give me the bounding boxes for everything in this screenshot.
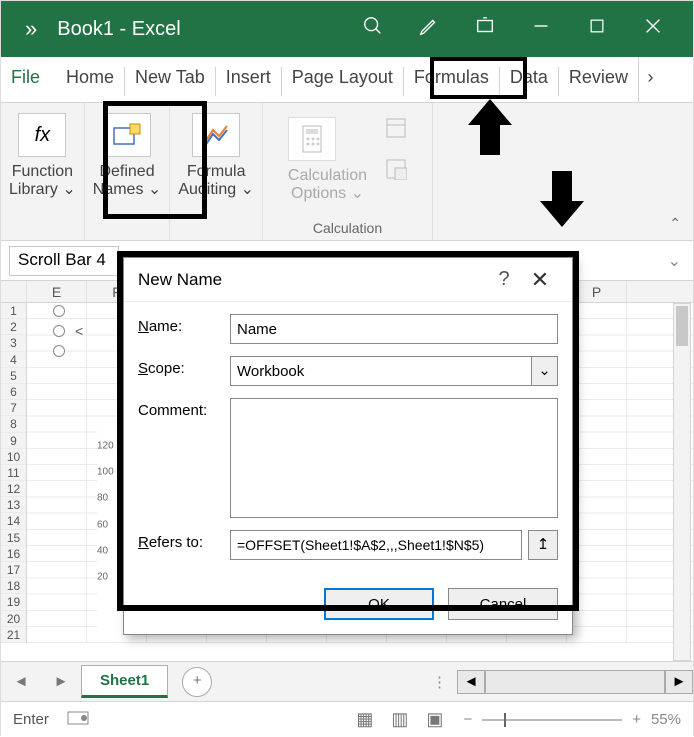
cancel-button[interactable]: Cancel [448, 588, 558, 620]
tab-insert[interactable]: Insert [216, 57, 281, 102]
hscroll-left-icon[interactable]: ◄ [457, 670, 485, 694]
mode-indicator: Enter [13, 711, 49, 728]
macro-record-icon[interactable] [67, 709, 89, 731]
group-defined-names[interactable]: Defined Names ⌄ [85, 103, 171, 240]
sheet-tab-bar: ◄ ► Sheet1 + ⋮ ◄ ► [1, 661, 693, 701]
name-label: Name: [138, 314, 230, 335]
view-page-break-icon[interactable]: ▣ [426, 709, 443, 730]
maximize-icon[interactable] [569, 16, 625, 42]
window-mode-icon[interactable] [457, 15, 513, 43]
group-title-calculation: Calculation [313, 220, 382, 236]
minimize-icon[interactable] [513, 15, 569, 43]
calc-sheet-icon[interactable] [385, 158, 407, 185]
sheet-tab-sheet1[interactable]: Sheet1 [81, 665, 168, 698]
scope-label: Scope: [138, 356, 230, 377]
new-name-dialog: New Name ? ✕ Name: Scope: Workbook ⌄ Com… [123, 257, 573, 635]
ok-button[interactable]: OK [324, 588, 434, 620]
chevron-down-icon[interactable]: ⌄ [531, 357, 557, 385]
add-sheet-button[interactable]: + [182, 667, 212, 697]
search-icon[interactable] [345, 15, 401, 43]
zoom-out-button[interactable]: − [463, 711, 472, 728]
chevron-down-icon: ⌄ [62, 181, 75, 198]
defined-names-icon [103, 113, 151, 157]
calc-now-icon[interactable] [385, 117, 407, 144]
function-library-label: Function Library ⌄ [9, 163, 76, 200]
quick-access-overflow-icon[interactable]: » [13, 16, 49, 42]
row-headers[interactable]: 123456789101112131415161718192021 [1, 303, 27, 643]
group-formula-auditing[interactable]: Formula Auditing ⌄ [170, 103, 263, 240]
zoom-level[interactable]: 55% [651, 711, 681, 728]
name-box[interactable]: Scroll Bar 4 [9, 246, 119, 276]
chevron-down-icon: ⌄ [351, 185, 364, 202]
formula-auditing-label: Formula Auditing ⌄ [178, 163, 254, 200]
tabs-overflow-icon[interactable]: › [638, 57, 662, 102]
tab-data[interactable]: Data [500, 57, 558, 102]
title-bar: » Book1 - Excel [1, 1, 693, 57]
sheet-nav-next-icon[interactable]: ► [41, 673, 81, 690]
status-bar: Enter ▦ ▥ ▣ − + 55% [1, 701, 693, 737]
refers-to-label: Refers to: [138, 530, 230, 551]
collapse-dialog-icon[interactable]: ↥ [528, 530, 558, 560]
group-function-library[interactable]: fx Function Library ⌄ [1, 103, 85, 240]
refers-to-input[interactable] [230, 530, 522, 560]
formula-bar-expand-icon[interactable]: ⌄ [668, 251, 681, 271]
chevron-down-icon: ⌄ [241, 181, 254, 198]
close-icon[interactable] [625, 15, 681, 43]
arrow-down-annotation [540, 167, 584, 232]
group-calculation: Calculation Options ⌄ Calculation [263, 103, 433, 240]
sheet-nav-prev-icon[interactable]: ◄ [1, 673, 41, 690]
pen-icon[interactable] [401, 15, 457, 43]
dialog-close-icon[interactable]: ✕ [522, 267, 558, 293]
calc-options-label[interactable]: Calculation Options ⌄ [288, 167, 367, 204]
fx-icon: fx [18, 113, 66, 157]
collapse-ribbon-icon[interactable]: ⌃ [669, 215, 681, 232]
ribbon: fx Function Library ⌄ Defined Names ⌄ Fo… [1, 103, 693, 241]
defined-names-label: Defined Names ⌄ [93, 163, 162, 200]
comment-label: Comment: [138, 398, 230, 419]
vertical-scrollbar[interactable] [673, 303, 691, 661]
tab-formulas[interactable]: Formulas [404, 57, 499, 102]
view-normal-icon[interactable]: ▦ [356, 709, 373, 730]
view-page-layout-icon[interactable]: ▥ [391, 709, 408, 730]
zoom-slider[interactable] [482, 719, 622, 721]
dialog-help-icon[interactable]: ? [486, 268, 522, 291]
arrow-up-annotation [468, 99, 512, 164]
horizontal-scrollbar[interactable]: ⋮ ◄ ► [432, 670, 693, 694]
calc-options-icon [288, 117, 336, 161]
name-input[interactable] [230, 314, 558, 344]
comment-textarea[interactable] [230, 398, 558, 518]
ribbon-tabs: File Home New Tab Insert Page Layout For… [1, 57, 693, 103]
tab-file[interactable]: File [1, 57, 56, 102]
tab-review[interactable]: Review [559, 57, 638, 102]
formula-auditing-icon [192, 113, 240, 157]
tab-pagelayout[interactable]: Page Layout [282, 57, 403, 102]
tab-home[interactable]: Home [56, 57, 124, 102]
chevron-down-icon: ⌄ [148, 181, 161, 198]
dialog-title-bar[interactable]: New Name ? ✕ [124, 258, 572, 302]
hscroll-right-icon[interactable]: ► [665, 670, 693, 694]
tab-newtab[interactable]: New Tab [125, 57, 215, 102]
scope-select[interactable]: Workbook ⌄ [230, 356, 558, 386]
app-title: Book1 - Excel [49, 18, 188, 41]
dialog-title: New Name [138, 270, 486, 290]
zoom-in-button[interactable]: + [632, 711, 641, 728]
